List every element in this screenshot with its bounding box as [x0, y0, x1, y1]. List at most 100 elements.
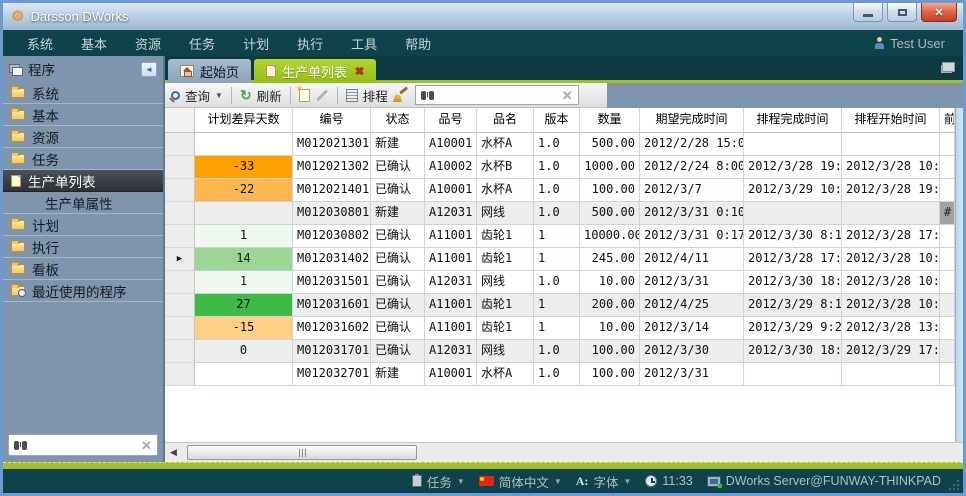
cell[interactable]: A10002 [425, 156, 477, 179]
column-header-排程完成时间[interactable]: 排程完成时间 [744, 108, 842, 133]
cell[interactable] [940, 294, 955, 317]
cell[interactable]: 10000.00 [580, 225, 640, 248]
cell[interactable]: 2012/3/7 [640, 179, 744, 202]
toolbar-search-input[interactable] [434, 88, 562, 102]
sidebar-search-box[interactable]: ✕ [8, 434, 158, 456]
cell[interactable]: -33 [195, 156, 293, 179]
row-selector-cell[interactable] [165, 133, 195, 156]
table-row[interactable]: -15M012031602已确认A11001齿轮1110.002012/3/14… [165, 317, 955, 340]
sidebar-item-看板[interactable]: 看板 [3, 258, 163, 280]
cell[interactable]: 齿轮1 [477, 248, 534, 271]
cell[interactable] [940, 248, 955, 271]
menu-item-资源[interactable]: 资源 [121, 34, 175, 53]
table-row[interactable]: 1M012031501已确认A12031网线1.010.002012/3/312… [165, 271, 955, 294]
toolbar-search-clear-icon[interactable]: ✕ [562, 89, 573, 102]
cell[interactable]: 14 [195, 248, 293, 271]
cell[interactable]: 2012/4/25 [640, 294, 744, 317]
column-header-排程开始时间[interactable]: 排程开始时间 [842, 108, 940, 133]
statusbar-task[interactable]: 任务 ▼ [412, 472, 465, 491]
toolbar-search-box[interactable]: ✕ [415, 85, 579, 105]
menu-item-系统[interactable]: 系统 [13, 34, 67, 53]
tab-生产单列表[interactable]: 生产单列表✖ [254, 59, 376, 83]
table-row[interactable]: 27M012031601已确认A11001齿轮11200.002012/4/25… [165, 294, 955, 317]
cell[interactable]: 已确认 [371, 156, 425, 179]
cell[interactable]: 1 [195, 225, 293, 248]
menu-item-计划[interactable]: 计划 [229, 34, 283, 53]
sidebar-item-执行[interactable]: 执行 [3, 236, 163, 258]
cell[interactable]: M012031601 [293, 294, 371, 317]
cell[interactable]: 2012/3/28 17:13 [744, 248, 842, 271]
cell[interactable]: 2012/2/28 15:00 [640, 133, 744, 156]
cell[interactable]: 2012/3/30 [640, 340, 744, 363]
cell[interactable]: M012031701 [293, 340, 371, 363]
row-selector-cell[interactable] [165, 179, 195, 202]
row-selector-cell[interactable] [165, 363, 195, 386]
cell[interactable]: 齿轮1 [477, 225, 534, 248]
sidebar-item-最近使用的程序[interactable]: 最近使用的程序 [3, 280, 163, 302]
cell[interactable] [744, 363, 842, 386]
query-dropdown-icon[interactable]: ▼ [215, 91, 223, 100]
cell[interactable]: 1.0 [534, 340, 580, 363]
menu-item-工具[interactable]: 工具 [337, 34, 391, 53]
column-header-版本[interactable]: 版本 [534, 108, 580, 133]
cell[interactable]: A12031 [425, 271, 477, 294]
table-row[interactable]: -22M012021401已确认A10001水杯A1.0100.002012/3… [165, 179, 955, 202]
refresh-button[interactable]: 刷新 [257, 86, 282, 105]
cell[interactable]: 2012/3/28 19:10 [744, 156, 842, 179]
cell[interactable]: 已确认 [371, 294, 425, 317]
cell[interactable]: 2012/3/31 [640, 363, 744, 386]
cell[interactable]: 2012/3/31 0:10 [640, 202, 744, 225]
cell[interactable]: 2012/3/14 [640, 317, 744, 340]
cell[interactable]: M012021301 [293, 133, 371, 156]
cell[interactable]: 齿轮1 [477, 294, 534, 317]
maximize-button[interactable] [887, 3, 917, 22]
schedule-button[interactable]: 排程 [363, 86, 388, 105]
cell[interactable]: 2012/3/28 10:52 [842, 271, 940, 294]
cell[interactable] [842, 363, 940, 386]
cell[interactable] [195, 363, 293, 386]
cell[interactable]: 已确认 [371, 225, 425, 248]
table-row[interactable]: M012021301新建A10001水杯A1.0500.002012/2/28 … [165, 133, 955, 156]
cell[interactable] [842, 133, 940, 156]
cell[interactable]: 已确认 [371, 179, 425, 202]
sidebar-item-基本[interactable]: 基本 [3, 104, 163, 126]
cell[interactable]: 2012/3/28 13:40 [842, 317, 940, 340]
cell[interactable]: 新建 [371, 133, 425, 156]
tab-起始页[interactable]: 起始页 [168, 59, 251, 83]
menu-item-任务[interactable]: 任务 [175, 34, 229, 53]
user-indicator[interactable]: Test User [874, 36, 953, 51]
vertical-scrollbar[interactable] [955, 108, 963, 442]
close-button[interactable]: ✕ [921, 3, 957, 22]
row-selector-cell[interactable] [165, 340, 195, 363]
cell[interactable] [940, 133, 955, 156]
column-header-数量[interactable]: 数量 [580, 108, 640, 133]
cell[interactable]: M012031501 [293, 271, 371, 294]
cell[interactable]: 2012/3/31 [640, 271, 744, 294]
table-row[interactable]: M012032701新建A10001水杯A1.0100.002012/3/31 [165, 363, 955, 386]
column-header-品号[interactable]: 品号 [425, 108, 477, 133]
column-header-前[interactable]: 前 [940, 108, 955, 133]
cell[interactable]: 网线 [477, 340, 534, 363]
table-row[interactable]: 0M012031701已确认A12031网线1.0100.002012/3/30… [165, 340, 955, 363]
cell[interactable] [744, 133, 842, 156]
statusbar-font[interactable]: A: 字体 ▼ [576, 472, 632, 491]
column-header-计划差异天数[interactable]: 计划差异天数 [195, 108, 293, 133]
tab-close-icon[interactable]: ✖ [355, 65, 364, 78]
cell[interactable]: 已确认 [371, 340, 425, 363]
sidebar-item-任务[interactable]: 任务 [3, 148, 163, 170]
cell[interactable]: 2012/3/28 10:52 [842, 248, 940, 271]
cell[interactable]: 2012/3/30 18:00 [744, 340, 842, 363]
cell[interactable]: 2012/4/11 [640, 248, 744, 271]
column-header-状态[interactable]: 状态 [371, 108, 425, 133]
sidebar-item-资源[interactable]: 资源 [3, 126, 163, 148]
row-selector-cell[interactable] [165, 156, 195, 179]
column-header-期望完成时间[interactable]: 期望完成时间 [640, 108, 744, 133]
sidebar-collapse-button[interactable]: ◄ [141, 62, 157, 77]
menu-item-执行[interactable]: 执行 [283, 34, 337, 53]
cell[interactable]: 100.00 [580, 179, 640, 202]
cell[interactable]: 2012/3/28 17:13 [842, 225, 940, 248]
cell[interactable] [842, 202, 940, 225]
cell[interactable] [744, 202, 842, 225]
table-row[interactable]: 1M012030802已确认A11001齿轮1110000.002012/3/3… [165, 225, 955, 248]
cell[interactable]: M012030802 [293, 225, 371, 248]
